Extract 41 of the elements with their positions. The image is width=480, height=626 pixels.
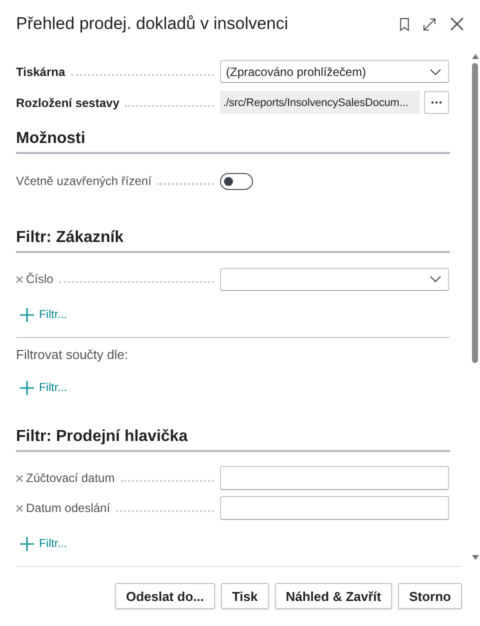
dropdown-field[interactable] xyxy=(220,268,449,290)
field-label: Rozložení sestavy xyxy=(16,96,120,110)
scroll-thumb[interactable] xyxy=(472,63,478,363)
field-label: Datum odeslání xyxy=(26,501,110,515)
expand-icon[interactable] xyxy=(423,18,436,30)
plus-icon xyxy=(20,381,34,395)
field-label: Zúčtovací datum xyxy=(26,471,115,485)
dropdown-field[interactable]: (Zpracováno prohlížečem) xyxy=(220,60,449,83)
window-title: Přehled prodej. dokladů v insolvenci xyxy=(16,14,288,34)
scroll-down-icon xyxy=(472,555,478,560)
input-field[interactable] xyxy=(220,496,449,520)
subheading: Filtrovat součty dle: xyxy=(16,347,128,362)
dialog-button[interactable]: Tisk xyxy=(220,583,269,609)
remove-icon[interactable] xyxy=(16,504,23,512)
chevron-down-icon xyxy=(430,68,441,74)
layout-field[interactable]: ./src/Reports/InsolvencySalesDocum... xyxy=(220,91,420,114)
input-field[interactable] xyxy=(220,466,449,490)
lookup-button[interactable] xyxy=(424,91,449,114)
dialog-button[interactable]: Odeslat do... xyxy=(114,583,215,609)
section-heading: Filtr: Prodejní hlavička xyxy=(16,428,188,447)
leader-line xyxy=(157,182,214,185)
close-icon[interactable] xyxy=(450,17,464,31)
add-filter-link[interactable]: Filtr... xyxy=(16,537,68,551)
field-label: Včetně uzavřených řízení xyxy=(16,174,152,188)
bookmark-icon[interactable] xyxy=(400,18,409,30)
plus-icon xyxy=(20,537,34,551)
dialog-button[interactable]: Náhled & Zavřít xyxy=(274,583,392,609)
dialog-button[interactable]: Storno xyxy=(398,583,462,609)
chevron-down-icon xyxy=(430,276,441,282)
remove-icon[interactable] xyxy=(16,474,23,482)
add-filter-link[interactable]: Filtr... xyxy=(16,308,68,322)
add-filter-link[interactable]: Filtr... xyxy=(16,381,68,395)
field-label: Číslo xyxy=(26,272,54,286)
field-label: Tiskárna xyxy=(16,64,66,78)
section-heading: Možnosti xyxy=(16,130,86,149)
scroll-up-icon xyxy=(472,54,478,59)
toggle-switch[interactable] xyxy=(220,172,253,190)
plus-icon xyxy=(20,308,34,322)
more-icon xyxy=(431,101,442,104)
section-heading: Filtr: Zákazník xyxy=(16,229,124,248)
remove-icon[interactable] xyxy=(16,276,23,282)
